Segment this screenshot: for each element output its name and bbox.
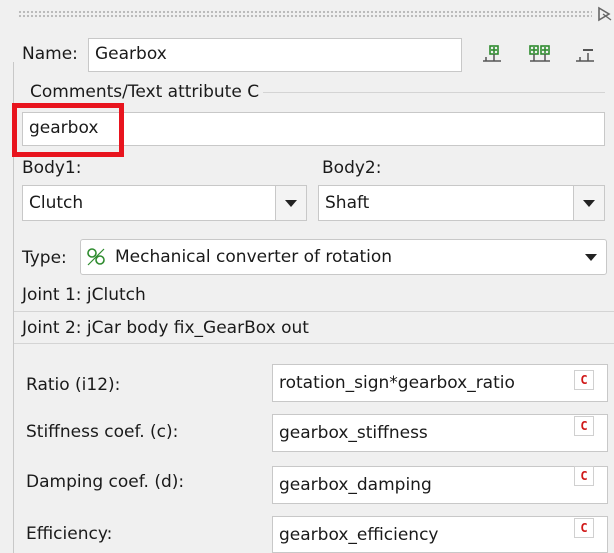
body2-label: Body2: [322,158,382,178]
stiffness-c-button[interactable]: C [574,416,594,436]
ratio-c-button[interactable]: C [574,370,594,390]
efficiency-c-button[interactable]: C [574,518,594,538]
damping-input[interactable]: gearbox_damping [272,466,608,504]
body1-value: Clutch [29,193,84,213]
stiffness-label: Stiffness coef. (c): [26,422,179,442]
params-separator [14,343,614,344]
type-value: Mechanical converter of rotation [115,247,393,267]
ratio-input[interactable]: rotation_sign*gearbox_ratio [272,364,608,402]
joint1-text: Joint 1: jClutch [22,285,146,305]
ratio-label: Ratio (i12): [26,375,121,395]
body1-select[interactable]: Clutch [22,185,307,221]
stiffness-input[interactable]: gearbox_stiffness [272,414,608,452]
type-label: Type: [22,248,67,268]
comments-label: Comments/Text attribute C [30,82,264,102]
type-select[interactable]: Mechanical converter of rotation [80,239,607,275]
efficiency-input[interactable]: gearbox_efficiency [272,516,608,553]
add-joint-icon [483,45,501,62]
panel-corner-icon[interactable] [597,6,613,22]
body2-dropdown-button[interactable] [573,186,604,220]
body1-label: Body1: [22,158,82,178]
damping-c-button[interactable]: C [574,466,594,486]
type-dropdown-button[interactable] [576,253,606,261]
dropdown-arrow-icon [285,199,297,207]
name-input[interactable]: Gearbox [88,38,462,72]
body2-value: Shaft [325,193,370,213]
add-multi-joint-button[interactable] [526,40,554,68]
joint2-text: Joint 2: jCar body fix_GearBox out [22,318,309,338]
body1-dropdown-button[interactable] [275,186,306,220]
highlight-box [12,103,124,157]
converter-type-icon [87,248,105,266]
damping-label: Damping coef. (d): [26,472,185,492]
dropdown-arrow-icon [583,199,595,207]
dropdown-arrow-icon [585,253,597,261]
add-multi-joint-icon [529,45,550,62]
efficiency-label: Efficiency: [26,524,113,544]
body2-select[interactable]: Shaft [318,185,605,221]
name-label: Name: [22,44,78,64]
remove-joint-icon [576,49,594,62]
add-joint-button[interactable] [478,40,506,68]
panel-grip[interactable] [18,10,592,18]
joint-separator [14,311,614,312]
remove-joint-button[interactable] [571,40,599,68]
